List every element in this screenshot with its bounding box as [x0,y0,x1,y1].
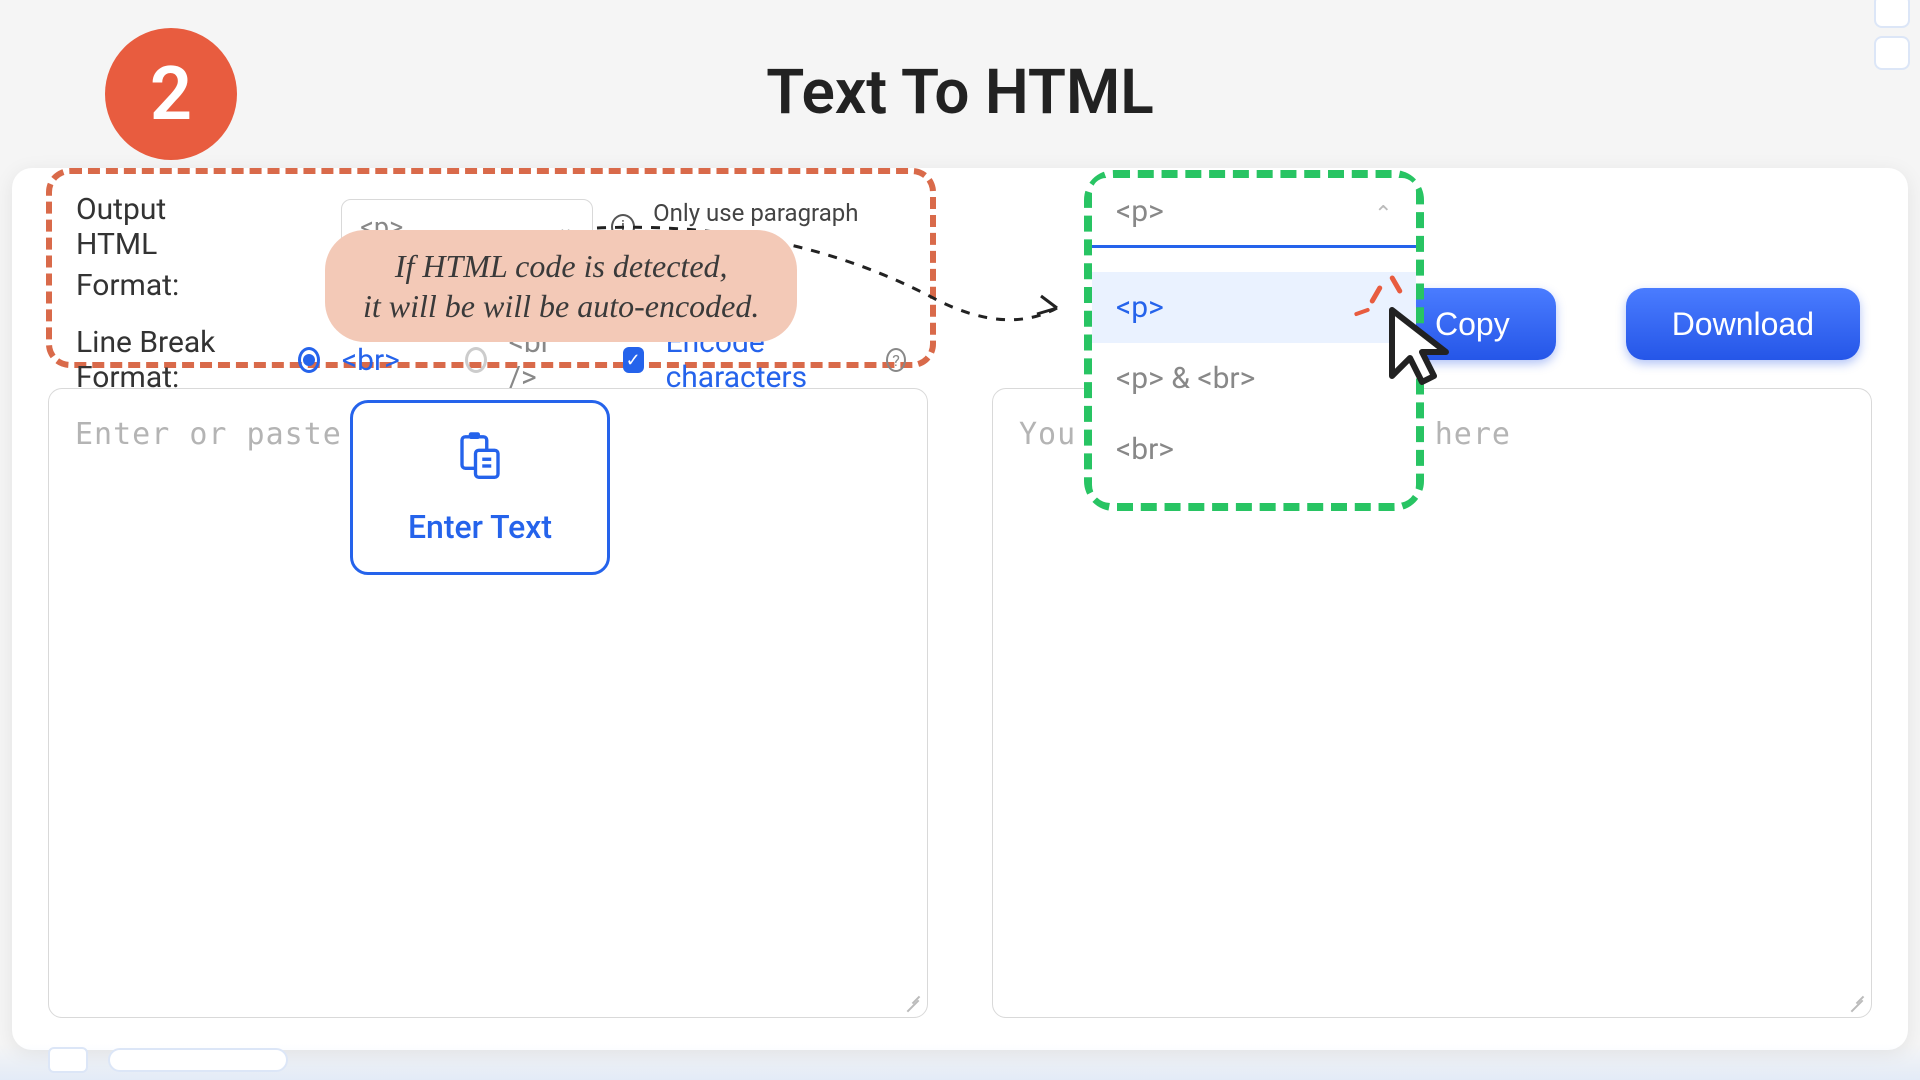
callout-line2: it will be will be auto-encoded. [363,286,759,326]
chevron-up-icon: ⌄ [1374,199,1392,224]
radio-br[interactable] [298,347,320,373]
dropdown-option-br[interactable]: <br> [1092,414,1416,485]
dropdown-selected[interactable]: <p> ⌄ [1092,178,1416,248]
callout-line1: If HTML code is detected, [363,246,759,286]
resize-handle-icon[interactable] [903,993,921,1011]
bg-bottom-gradient [0,1044,1920,1080]
dropdown-option-p-br[interactable]: <p> & <br> [1092,343,1416,414]
line-break-label: Line Break Format: [76,325,276,395]
dropdown-selected-value: <p> [1116,194,1164,229]
cursor-icon [1372,298,1472,398]
main-card: Output HTML <p> ⌄ i Only use paragraph l… [12,168,1908,1050]
bg-edge-bottom [48,1046,288,1074]
enter-text-label: Enter Text [408,508,552,546]
enter-text-button[interactable]: Enter Text [350,400,610,575]
resize-handle-icon[interactable] [1847,993,1865,1011]
callout-bubble: If HTML code is detected, it will be wil… [325,230,797,342]
encode-checkbox[interactable]: ✓ [623,347,644,373]
radio-br-slash[interactable] [465,347,487,373]
help-icon[interactable]: ? [886,348,906,372]
radio-br-label: <br> [342,343,400,378]
page-title: Text To HTML [0,56,1920,129]
download-button[interactable]: Download [1626,288,1860,360]
bg-edge-right [1874,0,1910,70]
paste-icon [453,430,507,492]
output-placeholder-pre: You [1019,417,1076,452]
dropdown-list: <p> <p> & <br> <br> [1092,248,1416,503]
cursor-annotation [1372,298,1472,402]
output-html-label: Output HTML [76,192,241,262]
